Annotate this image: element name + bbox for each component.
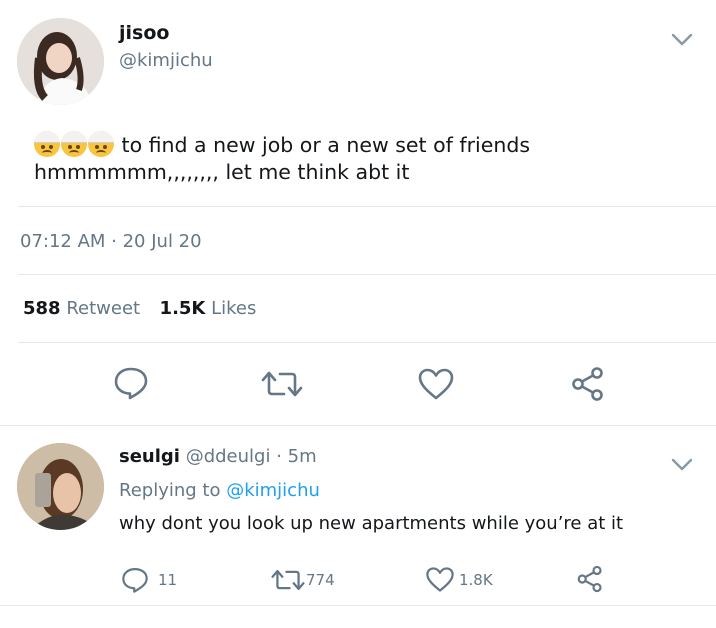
- share-icon[interactable]: [570, 366, 606, 402]
- chevron-down-icon[interactable]: [670, 455, 694, 473]
- chevron-down-icon[interactable]: [670, 30, 694, 48]
- reply-display-name[interactable]: seulgi: [119, 446, 180, 467]
- retweet-count[interactable]: 588: [23, 298, 61, 319]
- tweet-text-line-2: hmmmmmm,,,,,,,, let me think abt it: [34, 160, 410, 184]
- tweet-display-name[interactable]: jisoo: [119, 22, 169, 44]
- retweet-label[interactable]: Retweet: [66, 298, 140, 319]
- replying-to-handle[interactable]: @kimjichu: [226, 480, 320, 501]
- retweet-icon[interactable]: [260, 368, 304, 400]
- tweet-text-line-1-text: to find a new job or a new set of friend…: [121, 133, 531, 157]
- like-icon[interactable]: [417, 367, 455, 401]
- reply-retweet-count[interactable]: 774: [306, 571, 335, 589]
- avatar-jisoo[interactable]: [17, 18, 104, 105]
- head-bandage-emoji-icon: [88, 131, 114, 157]
- tweet-text: to find a new job or a new set of friend…: [34, 131, 694, 186]
- divider: [18, 274, 716, 275]
- tweet-handle[interactable]: @kimjichu: [119, 50, 213, 71]
- tweet-stats: 588 Retweet 1.5K Likes: [23, 298, 256, 319]
- reply-icon[interactable]: [113, 366, 149, 400]
- retweet-icon[interactable]: [270, 567, 306, 593]
- reply-time[interactable]: · 5m: [276, 446, 316, 467]
- share-icon[interactable]: [576, 565, 604, 593]
- like-count[interactable]: 1.5K: [160, 298, 206, 319]
- reply-handle[interactable]: @ddeulgi: [186, 446, 271, 467]
- divider: [0, 425, 716, 426]
- replying-to-label: Replying to: [119, 480, 221, 501]
- reply-like-count[interactable]: 1.8K: [459, 571, 493, 589]
- tweet-timestamp[interactable]: 07:12 AM · 20 Jul 20: [20, 231, 202, 252]
- reply-icon[interactable]: [121, 566, 149, 594]
- like-icon[interactable]: [425, 566, 455, 593]
- divider: [0, 605, 716, 606]
- like-label[interactable]: Likes: [211, 298, 256, 319]
- avatar-seulgi[interactable]: [17, 443, 104, 530]
- replying-to: Replying to @kimjichu: [119, 480, 320, 501]
- tweet-text-line-1: to find a new job or a new set of friend…: [34, 131, 694, 159]
- head-bandage-emoji-icon: [34, 131, 60, 157]
- divider: [18, 206, 716, 207]
- reply-reply-count[interactable]: 11: [158, 571, 177, 589]
- head-bandage-emoji-icon: [61, 131, 87, 157]
- divider: [18, 342, 716, 343]
- reply-header: seulgi @ddeulgi · 5m: [119, 446, 317, 467]
- reply-text: why dont you look up new apartments whil…: [119, 513, 624, 534]
